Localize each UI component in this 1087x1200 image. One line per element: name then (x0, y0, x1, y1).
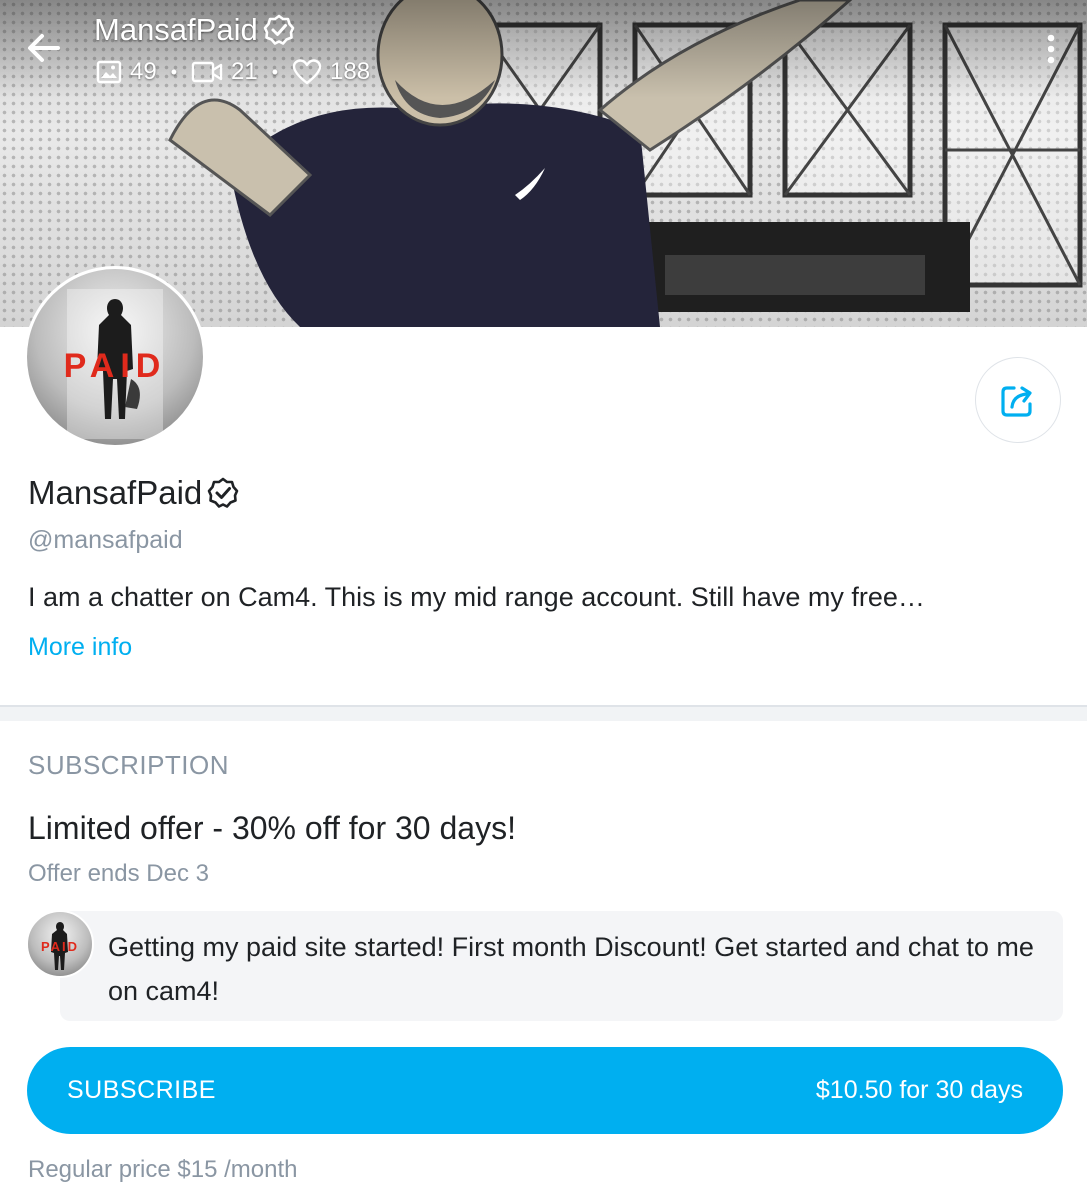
offer-title: Limited offer - 30% off for 30 days! (28, 810, 516, 846)
heart-icon (292, 59, 322, 85)
top-bar: MansafPaid 49 • 21 • 188 (0, 0, 1087, 110)
profile-bio: I am a chatter on Cam4. This is my mid r… (28, 582, 925, 612)
profile-name-row: MansafPaid (28, 474, 240, 512)
stat-separator: • (170, 61, 178, 82)
stat-images-count: 49 (130, 58, 157, 85)
arrow-left-icon (28, 34, 60, 62)
header-title-row: MansafPaid (94, 12, 296, 48)
video-icon (191, 61, 223, 83)
subscription-section-label: SUBSCRIPTION (28, 750, 230, 780)
header-title: MansafPaid (94, 12, 258, 47)
regular-price: Regular price $15 /month (28, 1156, 298, 1183)
back-button[interactable] (22, 26, 66, 70)
creator-message-text: Getting my paid site started! First mont… (108, 932, 1034, 1006)
creator-message: Getting my paid site started! First mont… (60, 911, 1063, 1021)
stat-videos: 21 (191, 58, 258, 86)
stat-likes: 188 (292, 58, 370, 86)
profile-avatar[interactable]: PAID (24, 266, 206, 448)
verified-badge-icon (207, 477, 239, 508)
message-avatar-text: PAID (41, 939, 79, 954)
avatar-image: PAID (27, 269, 203, 445)
avatar-text: PAID (63, 347, 167, 385)
message-avatar: PAID (26, 910, 94, 978)
profile-name: MansafPaid (28, 474, 203, 511)
message-avatar-art: PAID (41, 922, 79, 970)
more-info-link[interactable]: More info (28, 633, 132, 662)
share-icon (1001, 386, 1032, 417)
stat-separator: • (271, 61, 279, 82)
vertical-dots-icon (1047, 34, 1055, 64)
subscribe-button[interactable]: SUBSCRIBE $10.50 for 30 days (27, 1047, 1063, 1134)
image-icon (96, 60, 122, 84)
header-stats: 49 • 21 • 188 (96, 58, 370, 86)
subscribe-button-label: SUBSCRIBE (67, 1076, 216, 1104)
more-options-button[interactable] (1036, 30, 1066, 70)
section-divider (0, 705, 1087, 721)
offer-ends: Offer ends Dec 3 (28, 860, 209, 887)
stat-images: 49 (96, 58, 157, 86)
subscribe-button-price: $10.50 for 30 days (815, 1076, 1023, 1104)
verified-badge-icon (263, 14, 295, 45)
share-button[interactable] (975, 357, 1061, 443)
profile-handle: @mansafpaid (28, 526, 183, 554)
stat-videos-count: 21 (231, 58, 258, 85)
stat-likes-count: 188 (330, 58, 371, 85)
